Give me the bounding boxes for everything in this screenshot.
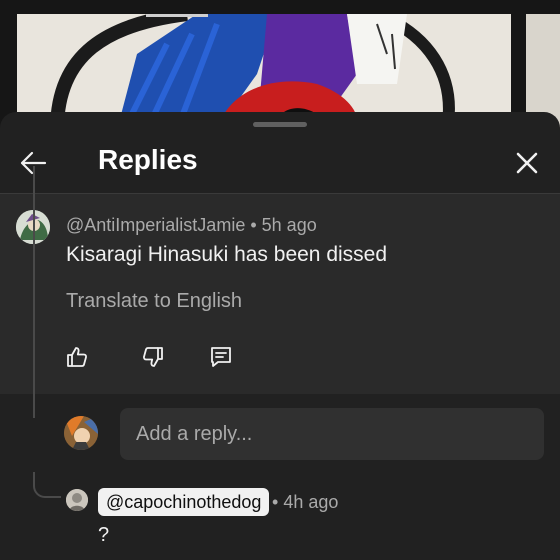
avatar-image [64, 416, 98, 450]
sheet-header: Replies [0, 132, 560, 192]
video-thumbnail-strip [0, 0, 560, 130]
reply-button[interactable] [208, 344, 234, 370]
parent-comment: @AntiImperialistJamie • 5h ago Kisaragi … [0, 194, 560, 394]
page-title: Replies [98, 144, 198, 175]
drag-handle[interactable] [253, 122, 307, 127]
comment-meta: @AntiImperialistJamie • 5h ago [66, 214, 317, 236]
replies-sheet: Replies @AntiImperialistJamie • 5h ago K… [0, 112, 560, 560]
meta-separator: • [250, 215, 262, 235]
thread-line [33, 166, 35, 418]
avatar [64, 416, 98, 450]
dislike-button[interactable] [140, 344, 166, 370]
comment-time: 5h ago [261, 215, 317, 235]
reply-connector [33, 472, 61, 498]
comment-text: Kisaragi Hinasuki has been dissed [66, 243, 388, 266]
reply-text: ? [98, 524, 110, 546]
translate-link[interactable]: Translate to English [66, 288, 242, 314]
reply-icon [211, 347, 231, 367]
meta-separator: • [272, 492, 284, 512]
avatar[interactable] [66, 489, 88, 511]
like-button[interactable] [64, 344, 90, 370]
reply-input[interactable] [120, 408, 544, 460]
reply-time: 4h ago [283, 492, 339, 512]
like-icon [67, 347, 87, 367]
avatar-image [66, 489, 88, 511]
reply-author-handle[interactable]: @capochinothedog [98, 488, 270, 516]
app-screen: Replies @AntiImperialistJamie • 5h ago K… [0, 0, 560, 560]
video-progress-indicator [146, 14, 208, 17]
close-icon [516, 152, 538, 174]
reply-meta: • 4h ago [272, 491, 338, 513]
close-button[interactable] [508, 144, 546, 182]
dislike-icon [143, 347, 163, 367]
comment-author[interactable]: @AntiImperialistJamie [66, 215, 245, 235]
